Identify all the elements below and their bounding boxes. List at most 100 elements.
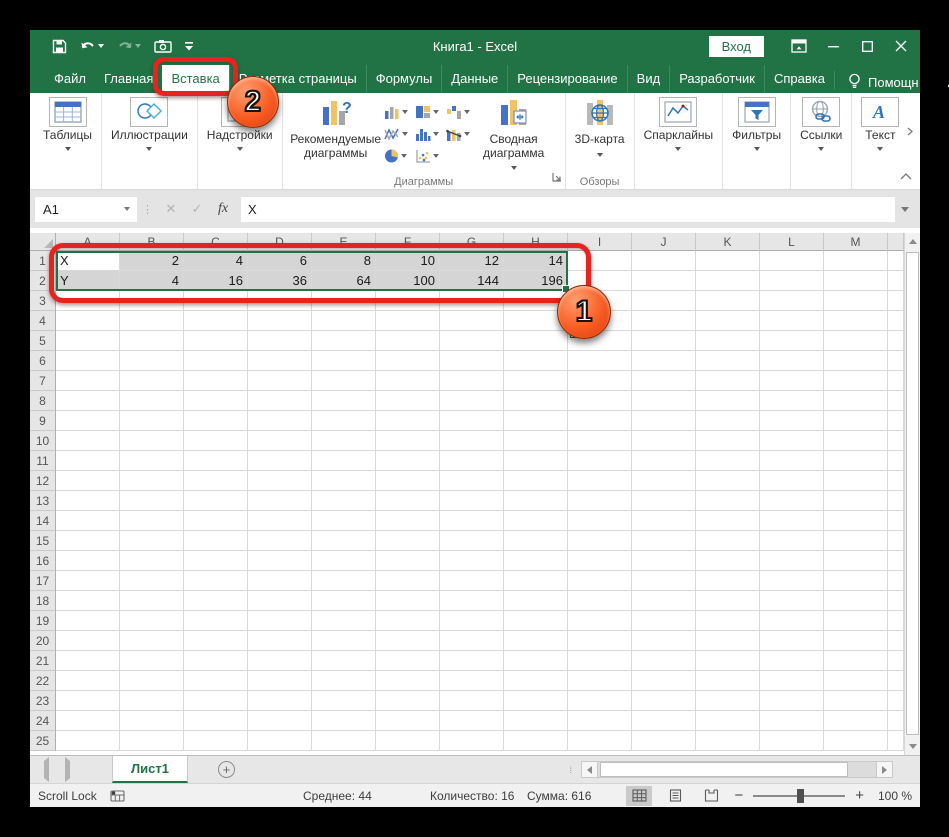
cell-H18[interactable] [504,591,568,611]
cell-F6[interactable] [376,351,440,371]
cell-F5[interactable] [376,331,440,351]
cell-H14[interactable] [504,511,568,531]
column-header-B[interactable]: B [120,233,184,251]
cell-D6[interactable] [248,351,312,371]
column-header-F[interactable]: F [376,233,440,251]
next-sheet-icon[interactable] [65,761,70,779]
cell-B16[interactable] [120,551,184,571]
cell-L14[interactable] [760,511,824,531]
cell-D9[interactable] [248,411,312,431]
cell-D7[interactable] [248,371,312,391]
cell-H17[interactable] [504,571,568,591]
cell-B22[interactable] [120,671,184,691]
cell-B5[interactable] [120,331,184,351]
cell-M3[interactable] [824,291,888,311]
cell-L25[interactable] [760,731,824,751]
cell-L19[interactable] [760,611,824,631]
cell-M18[interactable] [824,591,888,611]
cell-D11[interactable] [248,451,312,471]
cell-partial[interactable] [888,331,904,351]
cell-L13[interactable] [760,491,824,511]
maximize-button[interactable] [850,30,884,62]
cell-A8[interactable] [56,391,120,411]
cell-I6[interactable] [568,351,632,371]
tab-file[interactable]: Файл [45,65,95,93]
cell-D5[interactable] [248,331,312,351]
cell-I21[interactable] [568,651,632,671]
cell-J24[interactable] [632,711,696,731]
cell-E6[interactable] [312,351,376,371]
zoom-out-button[interactable]: − [734,787,743,804]
cell-J22[interactable] [632,671,696,691]
cell-L18[interactable] [760,591,824,611]
cell-G21[interactable] [440,651,504,671]
cell-I13[interactable] [568,491,632,511]
cell-H20[interactable] [504,631,568,651]
cell-partial[interactable] [888,411,904,431]
cell-M5[interactable] [824,331,888,351]
row-header-24[interactable]: 24 [30,711,56,731]
cell-H6[interactable] [504,351,568,371]
cell-F3[interactable] [376,291,440,311]
cell-E23[interactable] [312,691,376,711]
cell-F14[interactable] [376,511,440,531]
cell-L7[interactable] [760,371,824,391]
cell-G23[interactable] [440,691,504,711]
cell-L15[interactable] [760,531,824,551]
column-header-J[interactable]: J [632,233,696,251]
cell-K13[interactable] [696,491,760,511]
cell-I16[interactable] [568,551,632,571]
cell-J7[interactable] [632,371,696,391]
row-header-21[interactable]: 21 [30,651,56,671]
cell-M4[interactable] [824,311,888,331]
cell-L9[interactable] [760,411,824,431]
cell-B8[interactable] [120,391,184,411]
cell-J25[interactable] [632,731,696,751]
cell-I15[interactable] [568,531,632,551]
cell-partial[interactable] [888,431,904,451]
row-header-2[interactable]: 2 [30,271,56,291]
cell-B25[interactable] [120,731,184,751]
cell-A3[interactable] [56,291,120,311]
row-header-15[interactable]: 15 [30,531,56,551]
waterfall-chart-icon[interactable] [446,101,477,123]
tab-home[interactable]: Главная [95,65,162,93]
cell-E5[interactable] [312,331,376,351]
row-header-5[interactable]: 5 [30,331,56,351]
cell-M8[interactable] [824,391,888,411]
cell-G16[interactable] [440,551,504,571]
cell-partial[interactable] [888,671,904,691]
recommended-charts-button[interactable]: ? Рекомендуемые диаграммы [288,97,384,160]
cell-partial[interactable] [888,651,904,671]
cell-E19[interactable] [312,611,376,631]
cell-I14[interactable] [568,511,632,531]
cell-K19[interactable] [696,611,760,631]
cell-F2[interactable]: 100 [376,271,440,291]
cell-L2[interactable] [760,271,824,291]
cell-K21[interactable] [696,651,760,671]
name-box-dropdown-icon[interactable] [124,207,130,211]
cell-H1[interactable]: 14 [504,251,568,271]
column-chart-icon[interactable] [384,101,415,123]
cell-K22[interactable] [696,671,760,691]
cell-I19[interactable] [568,611,632,631]
cell-G24[interactable] [440,711,504,731]
row-header-17[interactable]: 17 [30,571,56,591]
cell-partial[interactable] [888,451,904,471]
cell-B1[interactable]: 2 [120,251,184,271]
sheet-tab[interactable]: Лист1 [112,756,188,783]
cell-E15[interactable] [312,531,376,551]
sparklines-button[interactable]: Спарклайны [640,97,718,151]
cell-A19[interactable] [56,611,120,631]
cell-J1[interactable] [632,251,696,271]
cell-I1[interactable] [568,251,632,271]
cell-partial[interactable] [888,271,904,291]
cell-partial[interactable] [888,551,904,571]
cell-G8[interactable] [440,391,504,411]
cell-L1[interactable] [760,251,824,271]
cell-D14[interactable] [248,511,312,531]
cell-E20[interactable] [312,631,376,651]
cell-H25[interactable] [504,731,568,751]
cell-K3[interactable] [696,291,760,311]
vertical-scrollbar[interactable] [904,233,920,755]
